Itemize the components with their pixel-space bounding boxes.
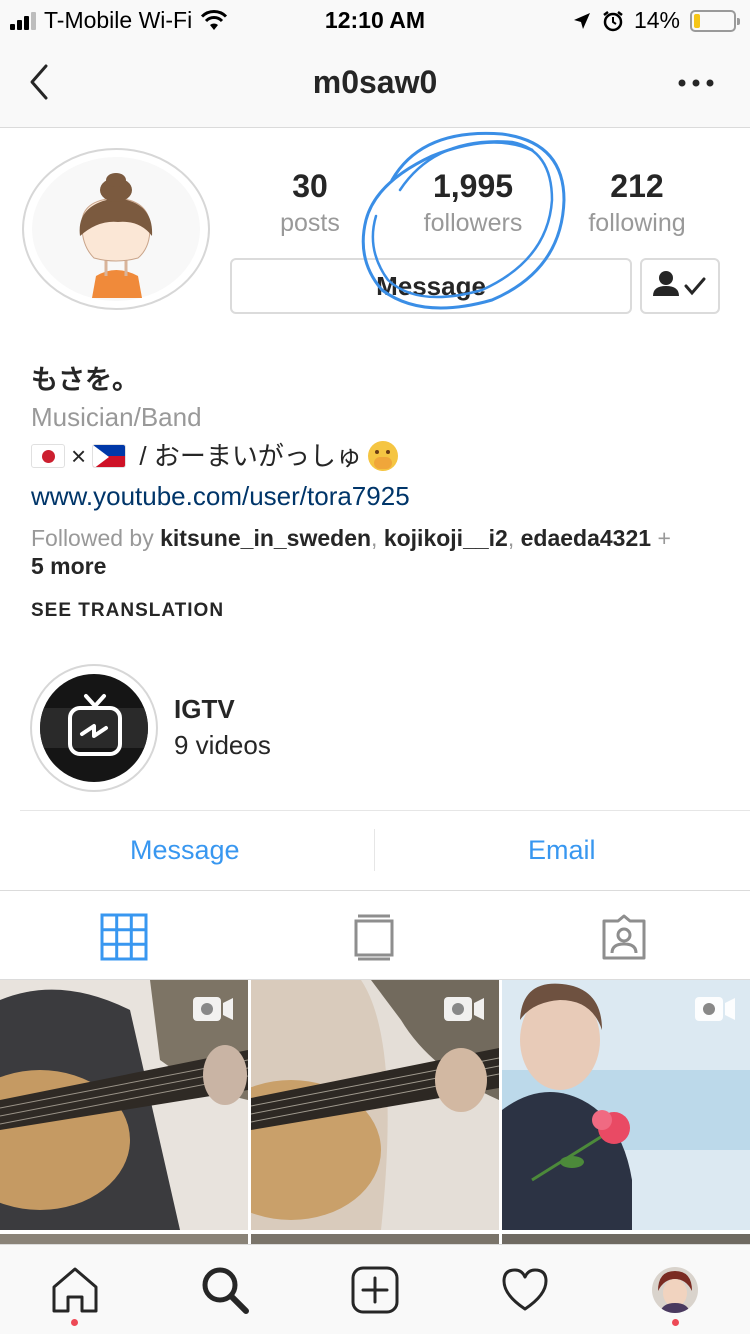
igtv-thumbnail bbox=[40, 674, 148, 782]
followed-by-comma: , bbox=[507, 525, 521, 551]
feed-view-icon[interactable] bbox=[350, 913, 398, 961]
profile-stats: 30 posts 1,995 followers 212 following bbox=[230, 168, 720, 248]
display-name: もさを。 bbox=[31, 365, 139, 395]
igtv-icon bbox=[40, 694, 148, 756]
activity-heart-icon[interactable] bbox=[500, 1265, 550, 1315]
more-horizontal-icon[interactable] bbox=[676, 68, 716, 98]
video-camera-icon bbox=[193, 997, 233, 1021]
contact-email-button[interactable]: Email bbox=[528, 835, 596, 866]
website-link[interactable]: www.youtube.com/user/tora7925 bbox=[31, 476, 731, 516]
avatar-illustration bbox=[32, 157, 200, 301]
igtv-title[interactable]: IGTV bbox=[174, 694, 235, 725]
home-icon[interactable] bbox=[50, 1265, 100, 1315]
posts-count: 30 bbox=[292, 168, 328, 204]
follower-username: kojikoji__i2 bbox=[383, 525, 508, 551]
search-icon[interactable] bbox=[200, 1265, 250, 1315]
status-right: 14% bbox=[572, 7, 740, 34]
grid-post[interactable] bbox=[502, 980, 750, 1230]
contact-message-button[interactable]: Message bbox=[130, 835, 240, 866]
following-label: following bbox=[588, 209, 686, 237]
new-post-icon[interactable] bbox=[350, 1265, 400, 1315]
profile-avatar[interactable] bbox=[22, 148, 210, 310]
followers-label: followers bbox=[423, 209, 523, 237]
battery-fill bbox=[694, 13, 700, 28]
japan-flag-icon bbox=[31, 444, 65, 468]
battery-percent: 14% bbox=[633, 7, 680, 33]
see-translation-link[interactable]: SEE TRANSLATION bbox=[31, 600, 731, 622]
location-arrow-icon bbox=[573, 12, 590, 29]
followed-by-more: 5 more bbox=[31, 553, 107, 579]
followers-count: 1,995 bbox=[432, 168, 514, 204]
follower-username: edaeda4321 bbox=[520, 525, 652, 551]
status-bar: T-Mobile Wi-Fi 12:10 AM 14% bbox=[0, 0, 750, 40]
posts-label: posts bbox=[280, 209, 340, 237]
alarm-icon bbox=[603, 10, 623, 31]
followed-by[interactable]: Followed by kitsune_in_sweden, kojikoji_… bbox=[31, 524, 731, 580]
followed-by-plus: + bbox=[651, 525, 678, 551]
notification-dot bbox=[71, 1319, 78, 1326]
notification-dot bbox=[672, 1319, 679, 1326]
following-check-icon bbox=[653, 271, 706, 296]
photo-grid bbox=[0, 980, 750, 1248]
philippines-flag-icon bbox=[92, 444, 127, 468]
profile-bio: もさを。 Musician/Band × / おーまいがっしゅ www.yout… bbox=[31, 362, 731, 622]
followers-stat[interactable]: 1,995 followers bbox=[393, 168, 553, 238]
message-button[interactable]: Message bbox=[230, 258, 632, 314]
contact-divider bbox=[374, 829, 375, 871]
followed-by-prefix: Followed by bbox=[31, 525, 161, 551]
profile-avatar[interactable] bbox=[652, 1267, 698, 1313]
profile-username-title: m0saw0 bbox=[312, 64, 438, 100]
profile-avatar-image bbox=[652, 1267, 698, 1313]
followed-by-comma: , bbox=[371, 525, 384, 551]
igtv-highlight[interactable] bbox=[30, 664, 158, 792]
bottom-tab-bar bbox=[0, 1244, 750, 1334]
video-camera-icon bbox=[695, 997, 735, 1021]
following-button[interactable] bbox=[640, 258, 720, 314]
grid-post[interactable] bbox=[251, 980, 499, 1230]
navigation-bar: m0saw0 bbox=[0, 40, 750, 128]
grid-view-icon[interactable] bbox=[100, 913, 148, 961]
battery-icon bbox=[690, 9, 740, 32]
bio-text: / おーまいがっしゅ bbox=[132, 441, 362, 471]
posts-stat[interactable]: 30 posts bbox=[230, 168, 390, 238]
video-camera-icon bbox=[444, 997, 484, 1021]
igtv-video-count: 9 videos bbox=[174, 730, 271, 760]
contact-options: Message Email bbox=[20, 810, 750, 890]
following-stat[interactable]: 212 following bbox=[557, 168, 717, 238]
follower-username: kitsune_in_sweden bbox=[160, 525, 372, 551]
face-with-hand-over-mouth-icon bbox=[367, 441, 398, 471]
profile-view-tabs bbox=[0, 890, 750, 980]
bio-line: × / おーまいがっしゅ bbox=[31, 436, 731, 476]
grid-post[interactable] bbox=[0, 980, 248, 1230]
tagged-photos-icon[interactable] bbox=[600, 913, 648, 961]
bio-separator: × bbox=[71, 441, 87, 471]
following-count: 212 bbox=[610, 168, 664, 204]
category-label: Musician/Band bbox=[31, 402, 202, 432]
